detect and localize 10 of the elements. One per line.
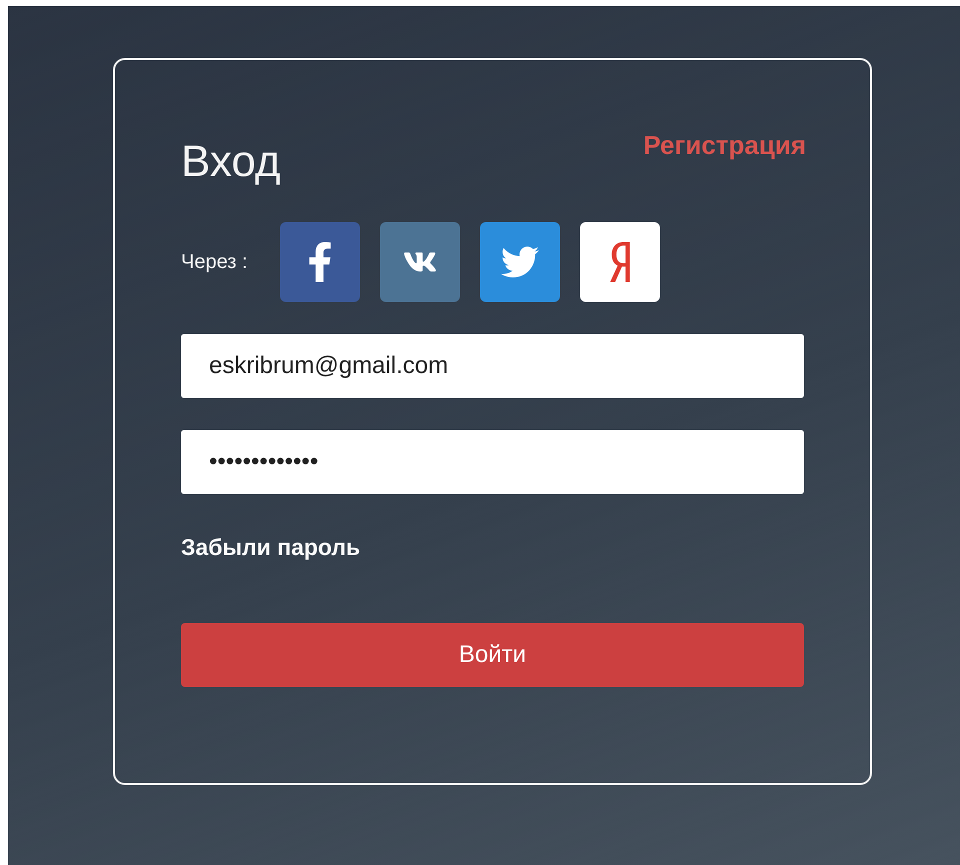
email-field[interactable]: eskribrum@gmail.com [181, 334, 804, 398]
password-field[interactable]: ••••••••••••• [181, 430, 804, 494]
forgot-password-link[interactable]: Забыли пароль [181, 534, 804, 562]
social-login-button[interactable] [480, 222, 560, 302]
social-login-button[interactable] [580, 222, 660, 302]
social-login-button[interactable] [380, 222, 460, 302]
social-login-button[interactable] [280, 222, 360, 302]
login-button[interactable]: Войти [181, 623, 804, 688]
via-label: Через : [181, 250, 248, 274]
login-title: Вход [181, 138, 281, 186]
